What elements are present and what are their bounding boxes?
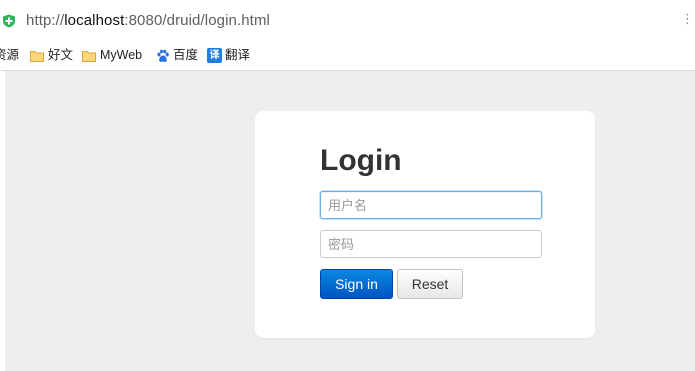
bookmark-resources[interactable]: 资源 bbox=[0, 48, 19, 63]
bookmark-myweb[interactable]: MyWeb bbox=[82, 48, 142, 63]
address-bar[interactable]: http://localhost:8080/druid/login.html ⋮ bbox=[0, 0, 695, 43]
bookmark-baidu[interactable]: 百度 bbox=[156, 48, 198, 63]
bookmark-label: 翻译 bbox=[225, 48, 251, 62]
bookmark-label: MyWeb bbox=[100, 48, 143, 62]
login-card: Login Sign in Reset bbox=[255, 111, 595, 338]
folder-icon bbox=[82, 50, 96, 62]
bookmarks-bar: 资源 好文 MyWeb 百度 译 翻译 bbox=[0, 42, 695, 71]
url-prefix: http:// bbox=[26, 12, 65, 29]
reset-button[interactable]: Reset bbox=[397, 269, 463, 299]
page-content: Login Sign in Reset bbox=[5, 71, 695, 371]
baidu-paw-icon bbox=[157, 49, 169, 62]
secure-site-icon[interactable] bbox=[2, 14, 16, 28]
translate-icon: 译 bbox=[207, 48, 222, 63]
url-path: :8080/druid/login.html bbox=[124, 12, 270, 29]
more-options-icon[interactable]: ⋮ bbox=[681, 11, 694, 27]
login-title: Login bbox=[320, 144, 402, 177]
password-input[interactable] bbox=[320, 230, 542, 258]
sign-in-button[interactable]: Sign in bbox=[320, 269, 393, 299]
bookmark-label: 资源 bbox=[0, 48, 20, 62]
url-text[interactable]: http://localhost:8080/druid/login.html bbox=[26, 12, 270, 29]
bookmark-translate[interactable]: 译 翻译 bbox=[207, 48, 250, 63]
url-host: localhost bbox=[64, 12, 125, 29]
folder-icon bbox=[30, 50, 44, 62]
bookmark-haowen[interactable]: 好文 bbox=[30, 48, 73, 63]
username-input[interactable] bbox=[320, 191, 542, 219]
bookmark-label: 百度 bbox=[173, 48, 199, 62]
bookmark-label: 好文 bbox=[48, 48, 74, 62]
